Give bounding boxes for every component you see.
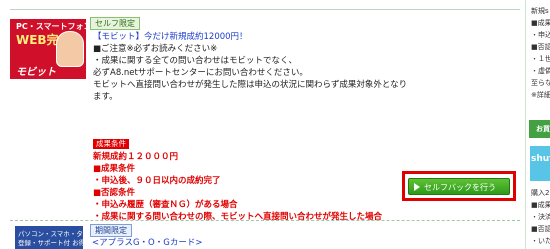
notice-line: ます。 bbox=[93, 92, 118, 102]
sidebar-text: ・決済 bbox=[531, 213, 550, 221]
reward-text: 新規成約１２０００円 bbox=[93, 152, 179, 162]
divider bbox=[10, 9, 520, 10]
sidebar-text: ・虚偽 bbox=[531, 67, 550, 75]
page: PC・スマートフォンから WEB完結 モビット セルフ限定 【モビット】今だけ新… bbox=[0, 0, 550, 249]
sidebar-text: ・いた bbox=[531, 237, 550, 245]
self-back-button[interactable]: セルフバックを行う bbox=[408, 178, 510, 195]
sidebar-text: ■否認 bbox=[531, 225, 550, 233]
right-sidebar: 新規s ■成果 ・申込 ■否認 ・１世 ・虚偽 至らな ※詳細 お買 shut … bbox=[525, 0, 550, 249]
reject-heading: ■否認条件 bbox=[93, 188, 136, 198]
sidebar-text: 購入20 bbox=[531, 189, 550, 197]
sidebar-text: ■成果 bbox=[531, 19, 550, 27]
sidebar-text: 至らな bbox=[531, 79, 550, 87]
person-image bbox=[56, 31, 84, 67]
success-item: ・申込後、９０日以内の成約完了 bbox=[93, 176, 221, 186]
offer-title[interactable]: 【モビット】今だけ新規成約12000円！ bbox=[93, 31, 248, 43]
offer-thumbnail[interactable]: PC・スマートフォンから WEB完結 モビット bbox=[10, 19, 86, 79]
divider bbox=[10, 220, 520, 222]
next-offer-title[interactable]: <アプラスG・O・Gカード> bbox=[92, 236, 202, 248]
conditions-label: 成果条件 bbox=[93, 139, 129, 149]
sidebar-banner-label: shut bbox=[531, 154, 550, 164]
play-icon bbox=[414, 183, 420, 191]
next-offer-thumbnail[interactable]: パソコン・スマホ・タブレット 登録・サポート付 お得なカード bbox=[15, 226, 83, 249]
reject-item: ・申込み履歴（審査ＮＧ）がある場合 bbox=[93, 200, 238, 210]
success-heading: ■成果条件 bbox=[93, 164, 136, 174]
notice-line: 必ずA8.netサポートセンターにお問い合わせください。 bbox=[93, 68, 308, 78]
notice-line: モビットへ直接問い合わせが発生した際は申込の状況に関わらず成果対象外となり bbox=[93, 80, 408, 90]
sidebar-text: ※詳細 bbox=[531, 91, 550, 99]
sidebar-text: ・１世 bbox=[531, 55, 550, 63]
sidebar-text: ■成果 bbox=[531, 201, 550, 209]
sidebar-panel-label: お買 bbox=[536, 125, 550, 133]
self-limited-badge: セルフ限定 bbox=[90, 17, 140, 30]
self-back-button-label: セルフバックを行う bbox=[424, 183, 496, 192]
thumbnail-brand: モビット bbox=[16, 67, 56, 78]
sidebar-text: ■否認 bbox=[531, 43, 550, 51]
notice-heading: ■ご注意※必ずお読みください※ bbox=[93, 44, 218, 54]
notice-line: ・成果に関する全ての問い合わせはモビットでなく、 bbox=[93, 56, 298, 66]
sidebar-text: ・申込 bbox=[531, 31, 550, 39]
sidebar-text: 新規s bbox=[531, 7, 549, 15]
thumbnail-text: 登録・サポート付 お得なカード bbox=[18, 239, 83, 247]
